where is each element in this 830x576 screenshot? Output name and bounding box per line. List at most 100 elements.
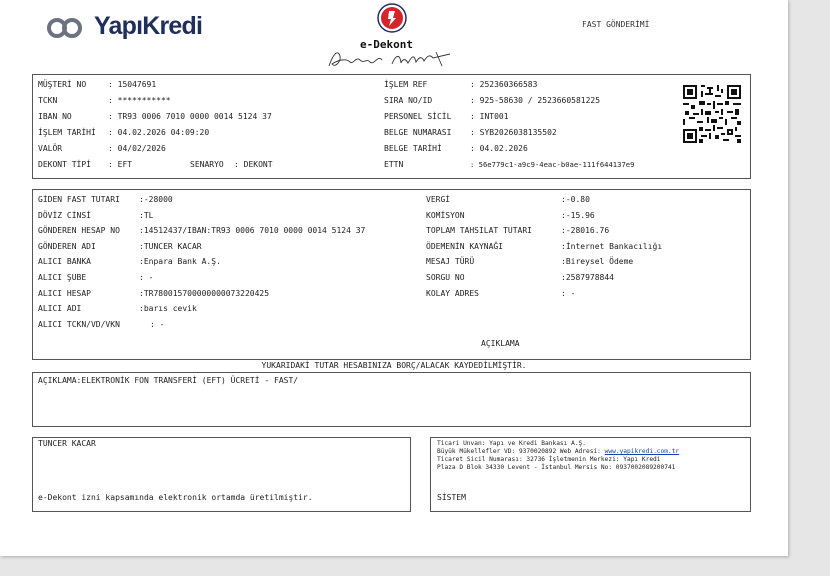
bank-line-1: Ticari Unvan: Yapı ve Kredi Bankası A.Ş. bbox=[437, 440, 587, 447]
tx-row: ÖDEMENİN KAYNAĞI :İnternet Bankacılığı bbox=[426, 241, 662, 257]
transaction-details-box: GİDEN FAST TUTARI:-28000 DÖVİZ CİNSİ:TL … bbox=[32, 189, 751, 360]
customer-info-box: MÜŞTERİ NO: 15047691 TCKN : *********** I… bbox=[32, 74, 751, 179]
info-row: BELGE NUMARASI : SYB2026038135502 bbox=[384, 127, 557, 143]
tx-row: ALICI BANKA :Enpara Bank A.Ş. bbox=[38, 256, 221, 272]
info-value: : 56e779c1-a9c9-4eac-b0ae-111f644137e9 bbox=[470, 160, 635, 169]
tx-row: VERGİ :-0.80 bbox=[426, 194, 590, 210]
description-text: AÇIKLAMA:ELEKTRONİK FON TRANSFERİ (EFT) … bbox=[38, 376, 299, 385]
tx-value: :-28016.76 bbox=[561, 226, 610, 236]
tx-row: DÖVİZ CİNSİ :TL bbox=[38, 210, 153, 226]
tx-row: ALICI ŞUBE : - bbox=[38, 272, 153, 288]
tx-label: GÖNDEREN ADI bbox=[38, 241, 96, 251]
signature-image bbox=[328, 51, 451, 67]
tx-row: ALICI ADI:barıs cevik bbox=[38, 303, 197, 319]
bank-line-4: Plaza D Blok 34330 Levent - İstanbul Mer… bbox=[437, 464, 676, 471]
info-row: İŞLEM REF : 252360366583 bbox=[384, 79, 537, 95]
tx-left-block: GİDEN FAST TUTARI:-28000 DÖVİZ CİNSİ:TL … bbox=[38, 194, 365, 335]
info-row: DEKONT TİPİ : EFT SENARYO : DEKONT bbox=[38, 159, 273, 175]
info-row: BELGE TARİHİ: 04.02.2026 bbox=[384, 143, 528, 159]
footer-customer-name: TUNCER KACAR bbox=[38, 439, 96, 448]
info-label: VALÖR bbox=[38, 144, 63, 153]
tx-value: :-15.96 bbox=[561, 210, 595, 220]
info-label: ETTN bbox=[384, 160, 404, 169]
notice-label: YUKARIDAKİ TUTAR HESABINIZA BORÇ/ALACAK … bbox=[261, 361, 527, 370]
info-value: : *********** bbox=[108, 96, 171, 105]
info-right-block: İŞLEM REF : 252360366583 SIRA NO/ID: 925-… bbox=[384, 79, 634, 175]
info-value: : 04.02.2026 04:09:20 bbox=[108, 128, 210, 137]
info-value: : SYB2026038135502 bbox=[470, 128, 557, 137]
tx-label: DÖVİZ CİNSİ bbox=[38, 210, 91, 220]
tx-row: TOPLAM TAHSILAT TUTARI:-28016.76 bbox=[426, 225, 609, 241]
info-row: PERSONEL SİCİL : INT001 bbox=[384, 111, 509, 127]
tx-value: :TUNCER KACAR bbox=[139, 241, 202, 251]
info-value: : 04/02/2026 bbox=[108, 144, 166, 153]
tx-value: :Bireysel Ödeme bbox=[561, 257, 634, 267]
tx-value: :-28000 bbox=[139, 195, 173, 204]
info-row: TCKN : *********** bbox=[38, 95, 171, 111]
tx-value: :-0.80 bbox=[561, 195, 590, 204]
info-value: : INT001 bbox=[470, 112, 509, 121]
info-value: : 04.02.2026 bbox=[470, 144, 528, 153]
tx-row: MESAJ TÜRÜ :Bireysel Ödeme bbox=[426, 256, 633, 272]
tx-row: GİDEN FAST TUTARI:-28000 bbox=[38, 194, 173, 210]
document-page: YapıKredi e-Dekont FAST GÖNDERİMİ MÜŞTER… bbox=[0, 0, 788, 556]
qr-code-icon bbox=[683, 85, 741, 143]
tx-value: :Enpara Bank A.Ş. bbox=[139, 257, 221, 267]
bank-line-3: Ticaret Sicil Numarası: 32736 İşletmenin… bbox=[437, 456, 661, 463]
aciklama-heading: AÇIKLAMA bbox=[481, 339, 520, 348]
tx-label: ALICI HESAP bbox=[38, 288, 91, 298]
tx-value: : - bbox=[139, 272, 154, 282]
senaryo-value: : DEKONT bbox=[234, 160, 273, 169]
logo-mark-icon bbox=[47, 18, 82, 38]
info-label: MÜŞTERİ NO bbox=[38, 80, 87, 89]
tx-value: :barıs cevik bbox=[139, 304, 197, 314]
info-row: IBAN NO : TR93 0006 7010 0000 0014 5124 3… bbox=[38, 111, 272, 127]
notice-text: YUKARIDAKİ TUTAR HESABINIZA BORÇ/ALACAK … bbox=[0, 360, 788, 372]
info-label: DEKONT TİPİ bbox=[38, 160, 91, 169]
tx-label: KOMİSYON bbox=[426, 210, 465, 220]
tx-right-block: VERGİ :-0.80 KOMİSYON :-15.96 TOPLAM TAHSI… bbox=[426, 194, 662, 303]
tx-value: :2587978844 bbox=[561, 272, 614, 282]
tx-row: ALICI TCKN/VD/VKN: - bbox=[38, 319, 164, 335]
info-value: : TR93 0006 7010 0000 0014 5124 37 bbox=[108, 112, 272, 121]
tx-row: SORGU NO :2587978844 bbox=[426, 272, 614, 288]
info-row: MÜŞTERİ NO: 15047691 bbox=[38, 79, 156, 95]
info-label: TCKN bbox=[38, 96, 58, 105]
tx-label: SORGU NO bbox=[426, 272, 465, 282]
info-left-block: MÜŞTERİ NO: 15047691 TCKN : *********** I… bbox=[38, 79, 273, 175]
info-label: BELGE NUMARASI bbox=[384, 128, 452, 137]
tx-label: VERGİ bbox=[426, 195, 451, 204]
info-value: : EFT bbox=[108, 160, 133, 169]
tx-row: GÖNDEREN ADI :TUNCER KACAR bbox=[38, 241, 202, 257]
bank-seal-icon bbox=[377, 3, 407, 33]
tx-label: GÖNDEREN HESAP NO bbox=[38, 226, 120, 236]
tx-value: :TL bbox=[139, 210, 154, 220]
info-label: İŞLEM TARİHİ bbox=[38, 128, 96, 137]
tx-label: ALICI TCKN/VD/VKN bbox=[38, 319, 120, 329]
info-label: İŞLEM REF bbox=[384, 80, 428, 89]
logo-text: YapıKredi bbox=[94, 12, 203, 40]
footer-customer-box: TUNCER KACAR e-Dekont izni kapsamında el… bbox=[32, 437, 411, 512]
tx-label: ALICI ŞUBE bbox=[38, 272, 87, 282]
tx-label: ÖDEMENİN KAYNAĞI bbox=[426, 241, 504, 251]
bank-website-link[interactable]: www.yapikredi.com.tr bbox=[605, 448, 680, 455]
info-value: : 252360366583 bbox=[470, 80, 538, 89]
system-label: SİSTEM bbox=[437, 493, 466, 502]
info-label: PERSONEL SİCİL bbox=[384, 112, 452, 121]
tx-label: KOLAY ADRES bbox=[426, 288, 479, 298]
tx-row: ALICI HESAP:TR780015700000000073220425 bbox=[38, 288, 269, 304]
info-value: : 925-58630 / 2523660581225 bbox=[470, 96, 601, 105]
tx-label: ALICI BANKA bbox=[38, 257, 91, 267]
info-row: İŞLEM TARİHİ : 04.02.2026 04:09:20 bbox=[38, 127, 209, 143]
tx-value: :İnternet Bankacılığı bbox=[561, 241, 663, 251]
tx-value: : - bbox=[561, 288, 576, 298]
senaryo-label: SENARYO bbox=[190, 160, 224, 169]
info-row: SIRA NO/ID: 925-58630 / 2523660581225 bbox=[384, 95, 600, 111]
description-box: AÇIKLAMA:ELEKTRONİK FON TRANSFERİ (EFT) … bbox=[32, 372, 751, 427]
info-row: VALÖR : 04/02/2026 bbox=[38, 143, 166, 159]
tx-label: MESAJ TÜRÜ bbox=[426, 257, 475, 267]
tx-row: KOMİSYON :-15.96 bbox=[426, 210, 595, 226]
e-dekont-note: e-Dekont izni kapsamında elektronik orta… bbox=[38, 493, 313, 502]
document-type-label: FAST GÖNDERİMİ bbox=[582, 20, 650, 29]
info-label: IBAN NO bbox=[38, 112, 72, 121]
